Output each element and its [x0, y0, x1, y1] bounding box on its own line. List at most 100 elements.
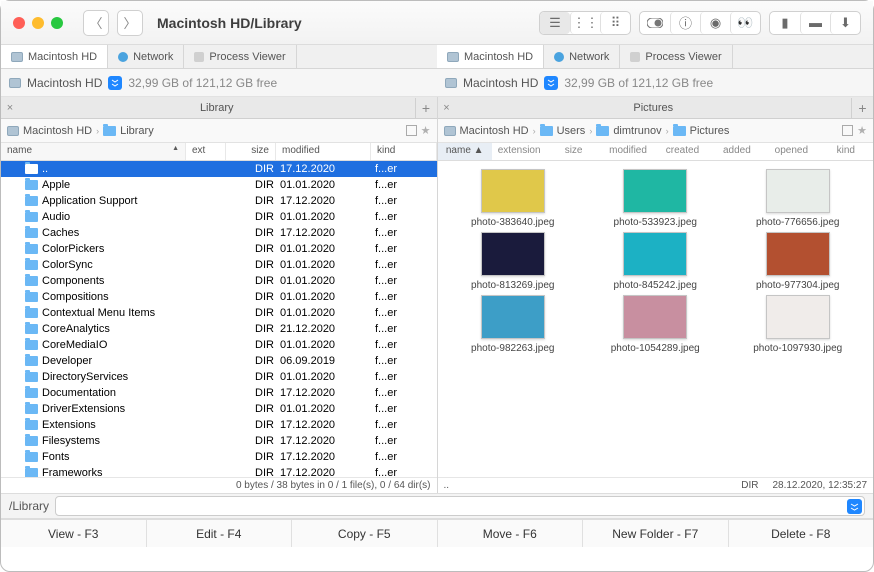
free-space-left: 32,99 GB of 121,12 GB free — [128, 76, 277, 90]
thumbnail-item[interactable]: photo-1054289.jpeg — [590, 295, 720, 354]
column-header[interactable]: created — [655, 143, 709, 160]
file-row[interactable]: DriverExtensionsDIR01.01.2020f...er — [1, 401, 437, 417]
thumbnail-item[interactable]: photo-776656.jpeg — [733, 169, 863, 228]
path-dropdown[interactable] — [847, 499, 862, 514]
file-row[interactable]: AudioDIR01.01.2020f...er — [1, 209, 437, 225]
file-row[interactable]: CachesDIR17.12.2020f...er — [1, 225, 437, 241]
fn-button[interactable]: Delete - F8 — [729, 520, 874, 547]
left-file-list[interactable]: ..DIR17.12.2020f...erAppleDIR01.01.2020f… — [1, 161, 437, 477]
zoom-window-button[interactable] — [51, 17, 63, 29]
left-list-header[interactable]: name▲ ext size modified kind — [1, 143, 437, 161]
file-row[interactable]: AppleDIR01.01.2020f...er — [1, 177, 437, 193]
minimize-window-button[interactable] — [32, 17, 44, 29]
source-tab[interactable]: Process Viewer — [620, 45, 732, 68]
breadcrumb-segment[interactable]: Macintosh HD — [23, 125, 92, 137]
file-row[interactable]: CompositionsDIR01.01.2020f...er — [1, 289, 437, 305]
fn-button[interactable]: View - F3 — [1, 520, 147, 547]
thumbnail-item[interactable]: photo-845242.jpeg — [590, 232, 720, 291]
flag-toggle[interactable] — [842, 125, 853, 136]
close-tab-icon[interactable]: × — [1, 102, 19, 114]
quicklook-button[interactable]: ◉ — [700, 12, 730, 34]
breadcrumb-segment[interactable]: Pictures — [690, 125, 730, 137]
column-header[interactable]: kind — [819, 143, 873, 160]
source-tab[interactable]: Network — [544, 45, 620, 68]
forward-button[interactable]: 〉 — [117, 10, 143, 36]
right-pane: × Pictures + Macintosh HD›Users›dimtruno… — [438, 97, 874, 493]
add-tab-button[interactable]: + — [851, 98, 873, 118]
source-tab[interactable]: Process Viewer — [184, 45, 296, 68]
column-view-button[interactable]: ⋮⋮ — [570, 12, 600, 34]
chevron-right-icon: › — [666, 126, 669, 136]
icon-view-button[interactable]: ⠿ — [600, 12, 630, 34]
archive-button[interactable]: ▮ — [770, 12, 800, 34]
thumbnail-item[interactable]: photo-533923.jpeg — [590, 169, 720, 228]
flag-toggle[interactable] — [406, 125, 417, 136]
file-row[interactable]: ColorPickersDIR01.01.2020f...er — [1, 241, 437, 257]
breadcrumb-segment[interactable]: Library — [120, 125, 154, 137]
folder-icon — [25, 340, 38, 350]
image-thumbnail — [623, 232, 687, 276]
file-row[interactable]: FrameworksDIR17.12.2020f...er — [1, 465, 437, 477]
path-input[interactable] — [55, 496, 865, 516]
star-icon[interactable]: ★ — [857, 124, 867, 137]
back-button[interactable]: 〈 — [83, 10, 109, 36]
breadcrumb-segment[interactable]: Macintosh HD — [460, 125, 529, 137]
star-icon[interactable]: ★ — [421, 124, 431, 137]
folder-icon — [25, 436, 38, 446]
fn-button[interactable]: Copy - F5 — [292, 520, 438, 547]
add-tab-button[interactable]: + — [415, 98, 437, 118]
globe-icon — [118, 52, 128, 62]
file-row[interactable]: FilesystemsDIR17.12.2020f...er — [1, 433, 437, 449]
file-row[interactable]: ExtensionsDIR17.12.2020f...er — [1, 417, 437, 433]
find-button[interactable]: 👀 — [730, 12, 760, 34]
thumbnail-label: photo-533923.jpeg — [614, 217, 697, 228]
file-row[interactable]: Application SupportDIR17.12.2020f...er — [1, 193, 437, 209]
file-row[interactable]: Contextual Menu ItemsDIR01.01.2020f...er — [1, 305, 437, 321]
column-header[interactable]: opened — [764, 143, 818, 160]
toggle-button[interactable] — [640, 12, 670, 34]
file-row[interactable]: ..DIR17.12.2020f...er — [1, 161, 437, 177]
right-breadcrumb[interactable]: Macintosh HD›Users›dimtrunov›Pictures★ — [438, 119, 874, 143]
fn-button[interactable]: Move - F6 — [438, 520, 584, 547]
source-tab[interactable]: Network — [108, 45, 184, 68]
file-row[interactable]: ColorSyncDIR01.01.2020f...er — [1, 257, 437, 273]
thumbnail-item[interactable]: photo-383640.jpeg — [448, 169, 578, 228]
close-window-button[interactable] — [13, 17, 25, 29]
source-tab[interactable]: Macintosh HD — [1, 45, 108, 68]
close-tab-icon[interactable]: × — [438, 102, 456, 114]
right-icon-header[interactable]: name ▲extensionsizemodifiedcreatedaddedo… — [438, 143, 874, 161]
disk-dropdown-left[interactable] — [108, 76, 122, 90]
file-row[interactable]: DirectoryServicesDIR01.01.2020f...er — [1, 369, 437, 385]
column-header[interactable]: modified — [601, 143, 655, 160]
thumbnail-item[interactable]: photo-977304.jpeg — [733, 232, 863, 291]
left-breadcrumb[interactable]: Macintosh HD›Library★ — [1, 119, 437, 143]
source-tab[interactable]: Macintosh HD — [437, 45, 544, 68]
file-row[interactable]: CoreAnalyticsDIR21.12.2020f...er — [1, 321, 437, 337]
right-icon-grid[interactable]: photo-383640.jpeg photo-533923.jpeg photo-… — [438, 161, 874, 477]
column-header[interactable]: size — [546, 143, 600, 160]
breadcrumb-segment[interactable]: Users — [557, 125, 586, 137]
column-header[interactable]: extension — [492, 143, 546, 160]
file-row[interactable]: ComponentsDIR01.01.2020f...er — [1, 273, 437, 289]
column-header[interactable]: name ▲ — [438, 143, 492, 160]
list-view-button[interactable]: ☰ — [540, 12, 570, 34]
thumbnail-label: photo-845242.jpeg — [614, 280, 697, 291]
file-row[interactable]: CoreMediaIODIR01.01.2020f...er — [1, 337, 437, 353]
breadcrumb-segment[interactable]: dimtrunov — [613, 125, 661, 137]
info-button[interactable]: ⓘ — [670, 12, 700, 34]
column-header[interactable]: added — [710, 143, 764, 160]
right-pane-tab[interactable]: × Pictures + — [438, 97, 874, 119]
window-title: Macintosh HD/Library — [157, 15, 302, 31]
thumbnail-item[interactable]: photo-813269.jpeg — [448, 232, 578, 291]
thumbnail-item[interactable]: photo-982263.jpeg — [448, 295, 578, 354]
eject-button[interactable]: ⬇ — [830, 12, 860, 34]
fn-button[interactable]: Edit - F4 — [147, 520, 293, 547]
left-pane-tab[interactable]: × Library + — [1, 97, 437, 119]
file-row[interactable]: DeveloperDIR06.09.2019f...er — [1, 353, 437, 369]
fn-button[interactable]: New Folder - F7 — [583, 520, 729, 547]
disk-dropdown-right[interactable] — [544, 76, 558, 90]
disk-button[interactable]: ▬ — [800, 12, 830, 34]
file-row[interactable]: FontsDIR17.12.2020f...er — [1, 449, 437, 465]
file-row[interactable]: DocumentationDIR17.12.2020f...er — [1, 385, 437, 401]
thumbnail-item[interactable]: photo-1097930.jpeg — [733, 295, 863, 354]
